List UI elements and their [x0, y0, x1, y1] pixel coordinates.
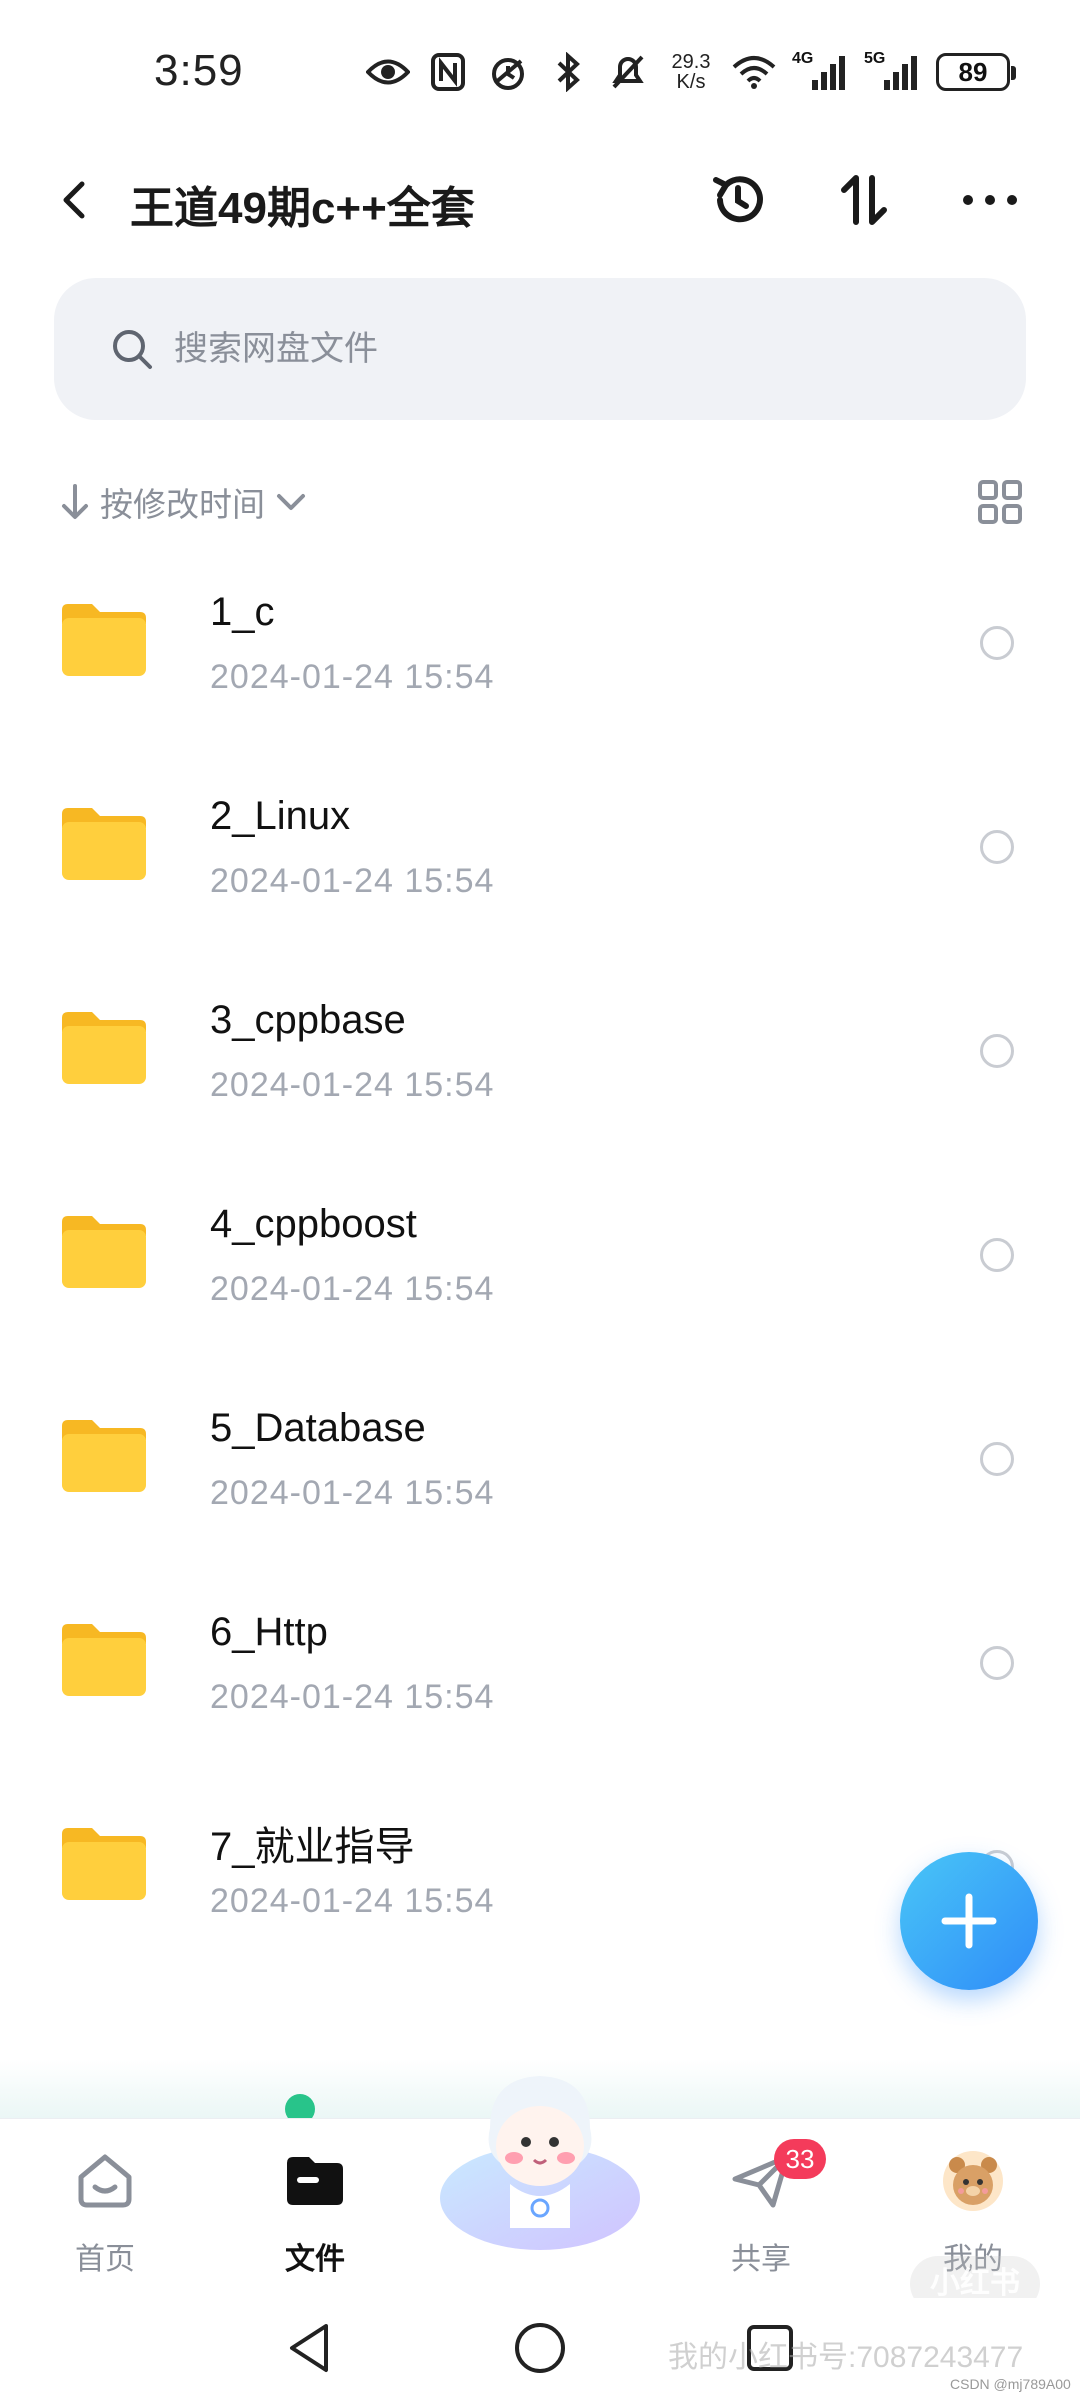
mute-icon: [606, 50, 650, 94]
list-item[interactable]: 4_cppboost 2024-01-24 15:54: [0, 1172, 1080, 1376]
select-radio[interactable]: [980, 1442, 1014, 1476]
folder-icon: [62, 1216, 146, 1288]
avatar: [943, 2151, 1003, 2211]
history-icon: [713, 176, 763, 223]
page-title: 王道49期c++全套: [130, 184, 475, 233]
list-item[interactable]: 1_c 2024-01-24 15:54: [0, 560, 1080, 764]
grid-icon: [978, 480, 1022, 524]
file-date: 2024-01-24 15:54: [210, 1678, 495, 1716]
wifi-icon: [732, 50, 776, 94]
select-radio[interactable]: [980, 1034, 1014, 1068]
sort-selector[interactable]: 按修改时间: [58, 478, 309, 526]
search-input[interactable]: [174, 318, 974, 380]
sort-icon: [841, 175, 887, 225]
share-badge: 33: [774, 2139, 826, 2179]
tab-share[interactable]: 33 共享: [686, 2139, 836, 2289]
home-icon: [78, 2154, 132, 2208]
file-name: 5_Database: [210, 1406, 426, 1450]
battery-level: 89: [958, 56, 988, 87]
net-speed-value: 29.3: [671, 51, 711, 73]
tab-files-label: 文件: [285, 2243, 345, 2276]
signal-4g-label: 4G: [792, 50, 814, 67]
file-name: 1_c: [210, 590, 275, 634]
select-radio[interactable]: [980, 626, 1014, 660]
folder-icon: [62, 1828, 146, 1900]
file-date: 2024-01-24 15:54: [210, 1474, 495, 1512]
search-icon: [113, 330, 152, 369]
chevron-down-icon: [277, 494, 305, 510]
folder-icon: [62, 808, 146, 880]
bluetooth-icon: [546, 50, 590, 94]
net-speed: 29.3 K/s: [666, 52, 716, 92]
more-icon: [963, 195, 1017, 205]
file-name: 6_Http: [210, 1610, 328, 1654]
status-time: 3:59: [154, 46, 244, 95]
status-bar: 3:59 29.3 K/s 4G 5G 89: [0, 0, 1080, 140]
signal-icon-5g: 5G: [864, 50, 920, 94]
mascot-icon: [440, 2076, 640, 2250]
search-box[interactable]: [54, 278, 1026, 420]
status-icons: 29.3 K/s 4G 5G 89: [366, 44, 1016, 100]
folder-icon: [62, 1420, 146, 1492]
folder-filled-icon: [287, 2157, 343, 2205]
tab-home[interactable]: 首页: [30, 2139, 180, 2289]
back-button[interactable]: [48, 172, 104, 228]
tab-files[interactable]: 文件: [240, 2139, 390, 2289]
list-item[interactable]: 2_Linux 2024-01-24 15:54: [0, 764, 1080, 968]
arrow-down-icon: [62, 484, 88, 519]
alarm-icon: [486, 50, 530, 94]
sort-button[interactable]: [832, 168, 896, 232]
grid-view-button[interactable]: [976, 478, 1024, 526]
chevron-left-icon: [63, 181, 85, 219]
select-radio[interactable]: [980, 1646, 1014, 1680]
eye-icon: [366, 50, 410, 94]
header: 王道49期c++全套: [0, 150, 1080, 250]
list-item[interactable]: 5_Database 2024-01-24 15:54: [0, 1376, 1080, 1580]
file-name: 7_就业指导: [210, 1825, 415, 1869]
more-button[interactable]: [958, 168, 1022, 232]
file-date: 2024-01-24 15:54: [210, 1882, 495, 1920]
file-name: 3_cppbase: [210, 998, 406, 1042]
file-name: 2_Linux: [210, 794, 351, 838]
tab-share-label: 共享: [731, 2243, 791, 2276]
file-list: 1_c 2024-01-24 15:54 2_Linux 2024-01-24 …: [0, 560, 1080, 1988]
select-radio[interactable]: [980, 830, 1014, 864]
select-radio[interactable]: [980, 1238, 1014, 1272]
net-speed-unit: K/s: [676, 71, 706, 93]
file-date: 2024-01-24 15:54: [210, 862, 495, 900]
triangle-back-icon: [290, 2324, 328, 2372]
signal-5g-label: 5G: [864, 50, 886, 67]
nav-back-button[interactable]: [280, 2318, 340, 2378]
add-button[interactable]: [900, 1852, 1038, 1990]
mascot-button[interactable]: [430, 2058, 650, 2258]
file-date: 2024-01-24 15:54: [210, 658, 495, 696]
circle-home-icon: [515, 2323, 565, 2373]
file-name: 4_cppboost: [210, 1202, 417, 1246]
sort-label: 按修改时间: [100, 486, 265, 523]
folder-icon: [62, 1012, 146, 1084]
csdn-watermark: CSDN @mj789A00: [950, 2376, 1071, 2392]
folder-icon: [62, 1624, 146, 1696]
folder-icon: [62, 604, 146, 676]
history-button[interactable]: [706, 168, 770, 232]
watermark-text: 我的小红书号:7087243477: [668, 2341, 1024, 2374]
list-item[interactable]: 6_Http 2024-01-24 15:54: [0, 1580, 1080, 1784]
tab-home-label: 首页: [75, 2243, 135, 2276]
file-date: 2024-01-24 15:54: [210, 1270, 495, 1308]
nfc-icon: [426, 50, 470, 94]
list-item[interactable]: 3_cppbase 2024-01-24 15:54: [0, 968, 1080, 1172]
signal-icon-4g: 4G: [792, 50, 848, 94]
file-date: 2024-01-24 15:54: [210, 1066, 495, 1104]
battery-icon: 89: [936, 53, 1016, 91]
nav-home-button[interactable]: [510, 2318, 570, 2378]
plus-icon: [941, 1893, 997, 1949]
